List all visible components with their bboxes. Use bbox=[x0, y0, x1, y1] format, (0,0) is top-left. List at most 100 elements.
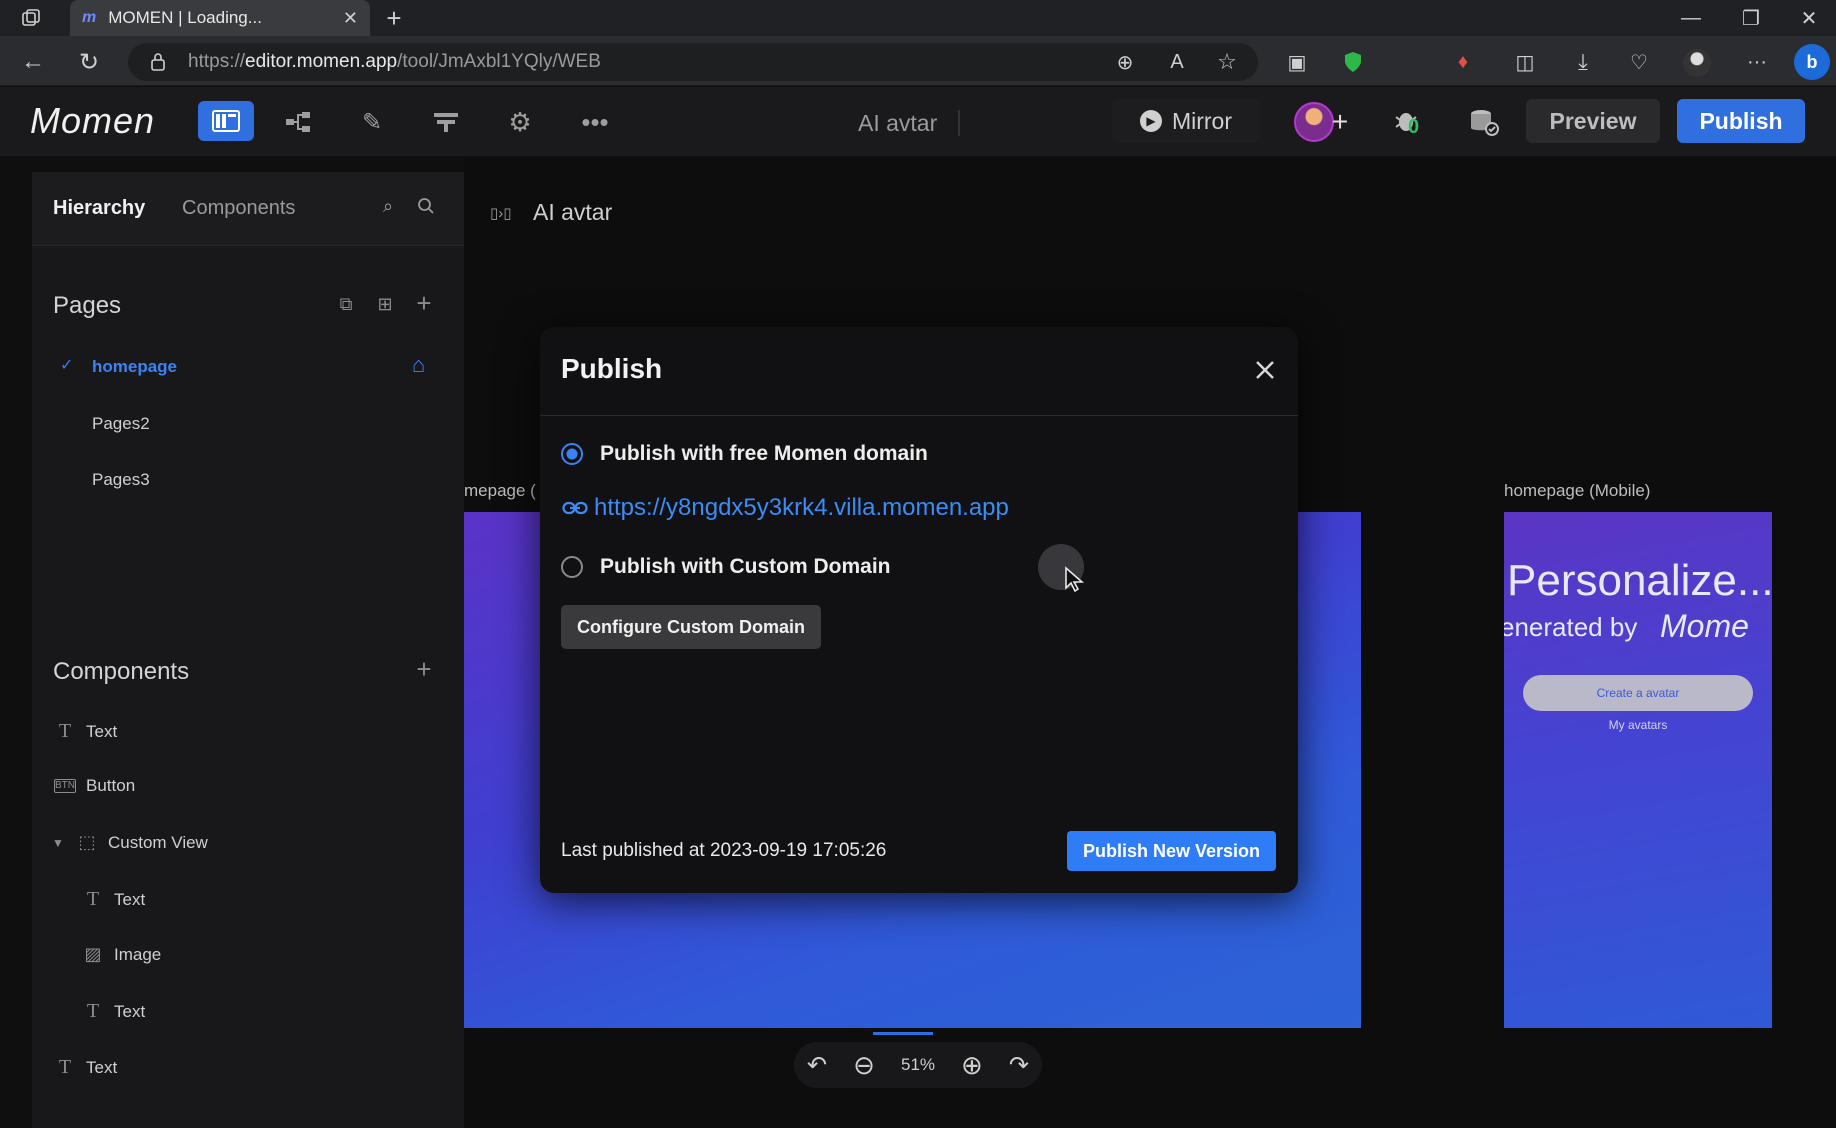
restore-icon[interactable]: ❐ bbox=[1740, 6, 1762, 30]
close-tab-icon[interactable]: ✕ bbox=[343, 8, 358, 29]
free-domain-link[interactable]: https://y8ngdx5y3krk4.villa.momen.app bbox=[594, 494, 1009, 522]
radio-custom-domain[interactable] bbox=[561, 556, 583, 578]
page-check-icon: ✓ bbox=[60, 357, 74, 374]
page-item-pages2[interactable]: Pages2 bbox=[92, 414, 150, 434]
mobile-subline: enerated by bbox=[1504, 612, 1638, 642]
profile-avatar[interactable] bbox=[1683, 49, 1711, 77]
component-label: Text bbox=[86, 721, 118, 741]
web-frame-label: mepage ( bbox=[464, 481, 536, 500]
zoom-level: 51% bbox=[900, 1055, 936, 1074]
settings-gear-icon[interactable]: ⚙ bbox=[504, 107, 536, 137]
search-icon[interactable] bbox=[414, 194, 438, 218]
mirror-button[interactable]: ▶ Mirror bbox=[1112, 99, 1260, 143]
project-title: AI avtar bbox=[858, 110, 938, 136]
radio-free-domain[interactable] bbox=[561, 443, 583, 465]
layout-icon bbox=[212, 110, 240, 132]
expand-caret-icon[interactable]: ▼ bbox=[52, 836, 66, 850]
minimize-icon[interactable]: — bbox=[1680, 6, 1702, 30]
new-tab-icon[interactable]: + bbox=[380, 3, 408, 33]
add-folder-icon[interactable]: ⊞ bbox=[373, 292, 397, 316]
component-label: Text bbox=[114, 1001, 146, 1021]
url-prefix: https:// bbox=[188, 51, 246, 72]
duplicate-page-icon[interactable]: ⧉ bbox=[334, 292, 358, 316]
mobile-frame-label: homepage (Mobile) bbox=[1504, 481, 1651, 500]
undo-icon[interactable]: ↶ bbox=[807, 1051, 827, 1080]
component-item[interactable]: ▼ ⬚ Custom View bbox=[52, 832, 208, 853]
breadcrumb-icon: ▯›▯ bbox=[490, 205, 512, 222]
mobile-frame-preview[interactable]: Personalize... enerated by Mome Create a… bbox=[1504, 512, 1772, 1028]
browser-tab[interactable]: m MOMEN | Loading... ✕ bbox=[70, 0, 370, 36]
page-item-homepage[interactable]: homepage bbox=[92, 357, 177, 377]
layout-tool-button[interactable] bbox=[198, 101, 254, 141]
add-page-icon[interactable]: + bbox=[412, 288, 436, 318]
tab-hierarchy[interactable]: Hierarchy bbox=[53, 197, 145, 220]
page-item-pages3[interactable]: Pages3 bbox=[92, 470, 150, 490]
play-icon: ▶ bbox=[1139, 110, 1162, 132]
preview-button[interactable]: Preview bbox=[1526, 99, 1660, 143]
component-label: Custom View bbox=[108, 832, 208, 852]
zoom-page-icon[interactable]: ⊕ bbox=[1112, 50, 1138, 74]
data-model-icon[interactable] bbox=[282, 108, 314, 136]
component-item[interactable]: T Text bbox=[54, 1056, 117, 1079]
mobile-headline: Personalize... bbox=[1507, 556, 1772, 605]
read-aloud-icon[interactable]: A bbox=[1164, 50, 1190, 74]
component-item[interactable]: T Text bbox=[82, 1000, 145, 1023]
publish-new-version-button[interactable]: Publish New Version bbox=[1067, 831, 1276, 871]
component-label: Image bbox=[114, 944, 162, 964]
text-icon: T bbox=[58, 720, 72, 742]
mobile-cta-button[interactable]: Create a avatar bbox=[1523, 675, 1753, 711]
pin-extension-icon[interactable]: ♦ bbox=[1450, 50, 1476, 74]
option-custom-domain-label[interactable]: Publish with Custom Domain bbox=[600, 555, 891, 579]
add-component-icon[interactable]: + bbox=[412, 654, 436, 684]
pages-heading: Pages bbox=[53, 292, 122, 319]
downloads-icon[interactable]: ⤓ bbox=[1570, 49, 1596, 74]
shield-extension-icon[interactable] bbox=[1340, 50, 1366, 74]
more-menu-icon[interactable]: ··· bbox=[1744, 50, 1770, 74]
url-host: editor.momen.app bbox=[245, 51, 398, 72]
component-item[interactable]: ▨ Image bbox=[82, 944, 161, 965]
tab-title: MOMEN | Loading... bbox=[108, 8, 262, 27]
mobile-link[interactable]: My avatars bbox=[1504, 718, 1772, 732]
home-icon[interactable]: ⌂ bbox=[412, 352, 425, 378]
mirror-label: Mirror bbox=[1171, 107, 1233, 134]
database-check-icon[interactable] bbox=[1466, 104, 1502, 140]
header-divider bbox=[958, 110, 960, 136]
comment-icon[interactable]: ⌕ bbox=[376, 194, 400, 218]
configure-custom-domain-button[interactable]: Configure Custom Domain bbox=[561, 605, 821, 649]
redo-icon[interactable]: ↷ bbox=[1009, 1051, 1029, 1080]
bing-copilot-icon[interactable]: b bbox=[1794, 44, 1830, 80]
component-item[interactable]: BTN Button bbox=[54, 776, 135, 796]
text-icon: T bbox=[58, 1056, 72, 1078]
mouse-cursor-icon bbox=[1064, 566, 1086, 592]
more-tools-icon[interactable]: ••• bbox=[578, 107, 612, 137]
address-bar[interactable]: https://editor.momen.app/tool/JmAxbl1YQl… bbox=[128, 43, 1258, 81]
browser-essentials-icon[interactable]: ♡ bbox=[1626, 50, 1652, 74]
close-modal-icon[interactable] bbox=[1252, 357, 1278, 383]
lock-icon[interactable] bbox=[146, 50, 170, 74]
mobile-brand-logo: Mome bbox=[1660, 608, 1749, 644]
reload-icon[interactable]: ↻ bbox=[74, 48, 104, 76]
component-item[interactable]: T Text bbox=[54, 720, 117, 743]
tab-components[interactable]: Components bbox=[182, 197, 295, 220]
text-icon: T bbox=[86, 1000, 100, 1022]
button-icon: BTN bbox=[54, 779, 76, 793]
favorite-star-icon[interactable]: ☆ bbox=[1214, 49, 1240, 74]
split-screen-icon[interactable]: ◫ bbox=[1512, 50, 1538, 74]
link-icon bbox=[562, 498, 588, 518]
actions-icon[interactable]: ✎ bbox=[356, 108, 388, 136]
publish-button[interactable]: Publish bbox=[1677, 99, 1805, 143]
add-collaborator-icon[interactable]: + bbox=[1328, 106, 1352, 137]
extension-icon[interactable]: ▣ bbox=[1284, 50, 1310, 74]
zoom-out-icon[interactable]: ⊖ bbox=[853, 1050, 875, 1081]
workspaces-icon[interactable] bbox=[18, 6, 44, 30]
component-item[interactable]: T Text bbox=[82, 888, 145, 911]
close-window-icon[interactable]: ✕ bbox=[1798, 6, 1820, 30]
back-icon[interactable]: ← bbox=[18, 48, 48, 76]
zoom-toolbar: ↶ ⊖ 51% ⊕ ↷ bbox=[794, 1042, 1042, 1088]
components-heading: Components bbox=[53, 658, 190, 685]
option-free-domain-label[interactable]: Publish with free Momen domain bbox=[600, 442, 928, 466]
component-label: Button bbox=[86, 776, 136, 795]
zoom-in-icon[interactable]: ⊕ bbox=[961, 1050, 983, 1081]
component-label: Text bbox=[86, 1057, 118, 1077]
api-icon[interactable] bbox=[430, 108, 462, 136]
